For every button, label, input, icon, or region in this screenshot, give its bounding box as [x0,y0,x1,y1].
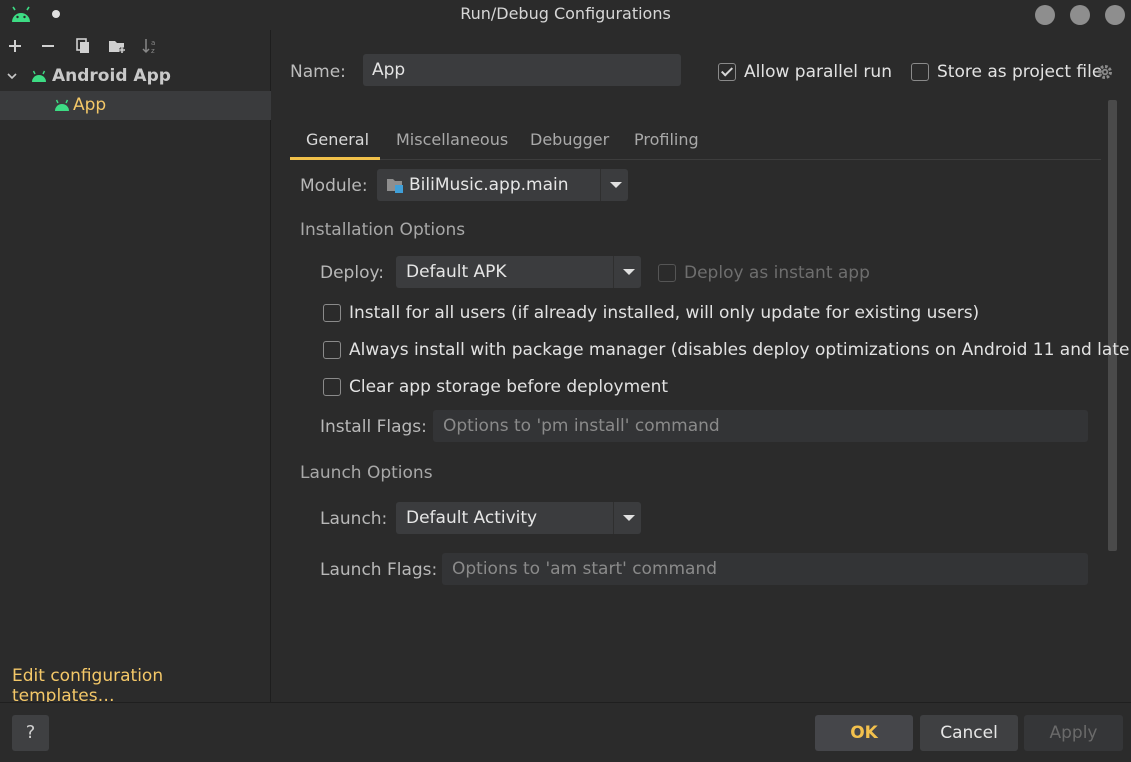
tab-debugger[interactable]: Debugger [530,130,609,149]
launch-label: Launch: [320,509,388,529]
title-bar: Run/Debug Configurations [0,0,1131,30]
allow-parallel-label: Allow parallel run [744,62,892,82]
module-label: Module: [300,176,368,196]
new-folder-icon[interactable] [107,36,127,56]
configurations-sidebar: az Android App App Edit configuration te… [0,30,271,706]
cancel-button[interactable]: Cancel [920,715,1018,751]
maximize-button[interactable] [1070,5,1090,25]
tree-group-android-app[interactable]: Android App [0,62,271,91]
dialog-button-bar: ? OK Cancel Apply [0,702,1131,762]
module-value: BiliMusic.app.main [409,175,569,195]
chevron-down-icon[interactable] [6,70,18,82]
close-button[interactable] [1105,5,1125,25]
clear-storage-label: Clear app storage before deployment [349,377,669,397]
tree-group-label: Android App [52,66,171,86]
tab-profiling[interactable]: Profiling [634,130,699,149]
tree-item-label: App [73,95,107,115]
tree-item-app[interactable]: App [0,91,271,120]
scrollbar[interactable] [1108,100,1117,551]
module-select[interactable]: BiliMusic.app.main [377,169,628,201]
sidebar-toolbar: az [0,30,271,62]
name-input[interactable]: App [363,54,681,86]
edit-templates-link[interactable]: Edit configuration templates… [12,666,270,706]
always-install-pm-checkbox[interactable] [323,341,341,359]
sort-alpha-icon[interactable]: az [141,36,161,56]
launch-flags-label: Launch Flags: [320,560,438,580]
launch-value: Default Activity [406,508,538,528]
minimize-button[interactable] [1035,5,1055,25]
android-icon [32,70,46,82]
tab-general[interactable]: General [306,130,369,149]
chevron-down-icon[interactable] [613,502,641,534]
tab-miscellaneous[interactable]: Miscellaneous [396,130,508,149]
install-flags-label: Install Flags: [320,417,427,437]
android-icon [55,99,69,111]
install-flags-input[interactable]: Options to 'pm install' command [433,410,1088,442]
store-project-file-checkbox[interactable] [911,63,929,81]
apply-button[interactable]: Apply [1024,715,1123,751]
store-project-file-label: Store as project file [937,62,1103,82]
launch-options-heading: Launch Options [300,463,433,483]
name-label: Name: [290,62,346,82]
chevron-down-icon[interactable] [613,256,641,288]
ok-button[interactable]: OK [815,715,913,751]
chevron-down-icon[interactable] [600,169,628,201]
add-icon[interactable] [5,36,25,56]
configuration-editor: Name: App Allow parallel run Store as pr… [272,30,1131,702]
svg-text:a: a [151,39,155,47]
window-title: Run/Debug Configurations [460,4,671,23]
gear-icon[interactable] [1096,63,1114,81]
help-button[interactable]: ? [12,715,49,751]
deploy-label: Deploy: [320,263,385,283]
install-all-users-label: Install for all users (if already instal… [349,303,980,323]
installation-options-heading: Installation Options [300,220,466,240]
always-install-pm-label: Always install with package manager (dis… [349,340,1131,360]
clear-storage-checkbox[interactable] [323,378,341,396]
deploy-instant-checkbox[interactable] [658,264,676,282]
module-folder-icon [387,179,403,193]
copy-icon[interactable] [73,36,93,56]
allow-parallel-checkbox[interactable] [718,63,736,81]
deploy-instant-label: Deploy as instant app [684,263,870,283]
tab-bar: General Miscellaneous Debugger Profiling [290,124,1101,160]
launch-flags-input[interactable]: Options to 'am start' command [442,553,1088,585]
svg-text:z: z [151,47,155,55]
launch-select[interactable]: Default Activity [396,502,641,534]
install-all-users-checkbox[interactable] [323,304,341,322]
deploy-value: Default APK [406,262,507,282]
deploy-select[interactable]: Default APK [396,256,641,288]
active-tab-indicator [290,157,380,160]
remove-icon[interactable] [38,36,58,56]
